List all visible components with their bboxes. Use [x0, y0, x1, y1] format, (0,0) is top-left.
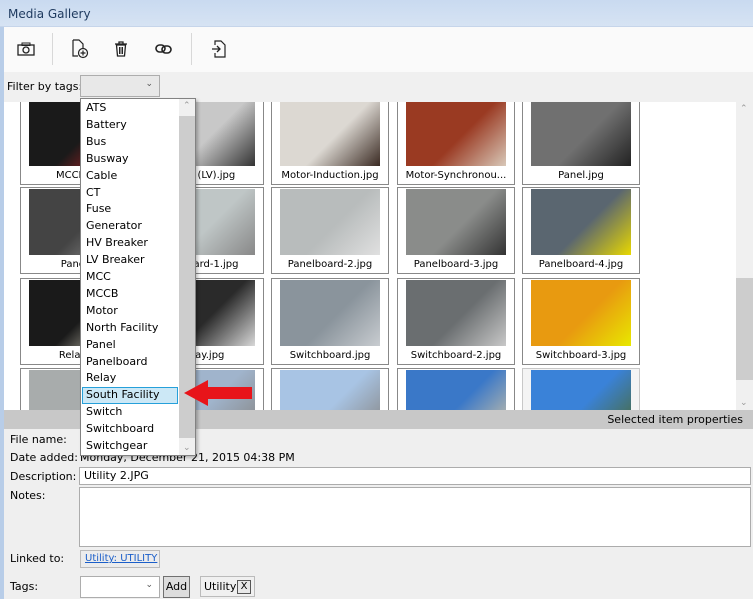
dropdown-option[interactable]: Bus [82, 134, 178, 151]
linked-to-label: Linked to: [10, 552, 65, 565]
thumbnail-image [280, 370, 380, 410]
thumbnail-image [406, 102, 506, 166]
gallery-thumbnail[interactable]: Motor-Synchronou... [397, 102, 515, 185]
tag-chip: Utility X [200, 576, 255, 597]
thumbnail-image [280, 189, 380, 255]
description-label: Description: [10, 470, 77, 483]
dropdown-option[interactable]: Switchboard [82, 421, 178, 438]
scroll-up-icon[interactable]: ⌃ [740, 104, 748, 114]
link-icon [155, 44, 172, 54]
thumbnail-image [531, 280, 631, 346]
camera-icon [17, 42, 35, 56]
import-button[interactable] [205, 35, 233, 63]
dropdown-option[interactable]: Battery [82, 117, 178, 134]
thumbnail-image [280, 280, 380, 346]
dropdown-option[interactable]: HV Breaker [82, 235, 178, 252]
remove-tag-button[interactable]: X [237, 580, 251, 594]
linked-to-link[interactable]: Utility: UTILITY [85, 553, 157, 564]
delete-button[interactable] [107, 35, 135, 63]
thumbnail-image [406, 280, 506, 346]
link-button[interactable] [150, 35, 178, 63]
dropdown-option[interactable]: Busway [82, 151, 178, 168]
toolbar [4, 27, 753, 72]
thumbnail-image [280, 102, 380, 166]
dropdown-option[interactable]: Relay [82, 370, 178, 387]
dropdown-option[interactable]: North Facility [82, 320, 178, 337]
tag-filter-dropdown: ⌃ ⌄ ATS Battery Bus Busway Cable CT Fuse Genera… [80, 98, 196, 456]
description-input[interactable]: Utility 2.JPG [79, 467, 751, 485]
dropdown-option[interactable]: MCCB [82, 286, 178, 303]
thumbnail-caption: Switchboard-3.jpg [535, 350, 627, 361]
filter-tags-combo[interactable]: ⌄ [80, 75, 160, 97]
arrow-left-icon [184, 380, 252, 406]
scroll-down-icon[interactable]: ⌄ [183, 443, 191, 453]
dropdown-option[interactable]: MCC [82, 269, 178, 286]
thumbnail-caption: Motor-Synchronou... [405, 170, 507, 181]
linked-to-box: Utility: UTILITY [80, 550, 160, 568]
gallery-thumbnail[interactable] [271, 368, 389, 410]
thumbnail-image [531, 102, 631, 166]
chevron-down-icon: ⌄ [145, 580, 153, 590]
dropdown-option[interactable]: South Facility [82, 387, 178, 405]
gallery-thumbnail[interactable] [397, 368, 515, 410]
window-title: Media Gallery [8, 7, 91, 21]
gallery-thumbnail[interactable]: Switchboard.jpg [271, 278, 389, 365]
add-tag-button[interactable]: Add [163, 576, 190, 598]
tags-label: Tags: [10, 580, 39, 593]
dropdown-option[interactable]: Switchgear [82, 438, 178, 455]
chevron-down-icon: ⌄ [145, 79, 153, 89]
gallery-thumbnail[interactable]: Panelboard-3.jpg [397, 187, 515, 274]
gallery-thumbnail[interactable]: Panel.jpg [522, 102, 640, 185]
thumbnail-caption: Switchboard-2.jpg [410, 350, 502, 361]
scrollbar-thumb[interactable] [736, 278, 753, 380]
toolbar-separator [191, 33, 192, 65]
thumbnail-image [531, 189, 631, 255]
dropdown-option[interactable]: ATS [82, 100, 178, 117]
dropdown-option[interactable]: Fuse [82, 201, 178, 218]
camera-button[interactable] [12, 35, 40, 63]
dropdown-option[interactable]: Cable [82, 168, 178, 185]
gallery-thumbnail[interactable]: Panelboard-2.jpg [271, 187, 389, 274]
title-bar: Media Gallery [0, 0, 753, 27]
filter-label: Filter by tags: [7, 80, 83, 93]
thumbnail-caption: Panel.jpg [558, 170, 604, 181]
thumbnail-caption: Switchboard.jpg [289, 350, 371, 361]
thumbnail-image [406, 370, 506, 410]
scroll-up-icon[interactable]: ⌃ [183, 101, 191, 111]
file-name-label: File name: [10, 433, 67, 446]
dropdown-option[interactable]: Switch [82, 404, 178, 421]
gallery-thumbnail[interactable]: Switchboard-3.jpg [522, 278, 640, 365]
gallery-thumbnail[interactable]: Panelboard-4.jpg [522, 187, 640, 274]
dropdown-option[interactable]: Generator [82, 218, 178, 235]
dropdown-option[interactable]: Panel [82, 337, 178, 354]
gallery-thumbnail[interactable]: Switchboard-2.jpg [397, 278, 515, 365]
tag-label: Utility [204, 580, 237, 593]
toolbar-separator [52, 33, 53, 65]
thumbnail-image [406, 189, 506, 255]
thumbnail-caption: Panelboard-3.jpg [413, 259, 499, 270]
add-file-button[interactable] [66, 35, 94, 63]
dropdown-option[interactable]: Panelboard [82, 354, 178, 371]
add-file-icon [72, 39, 89, 59]
gallery-thumbnail[interactable]: Motor-Induction.jpg [271, 102, 389, 185]
scroll-down-icon[interactable]: ⌄ [740, 398, 748, 408]
trash-icon [115, 41, 127, 57]
red-arrow-annotation [184, 380, 252, 406]
gallery-scrollbar[interactable]: ⌃ ⌄ [736, 102, 753, 410]
properties-title: Selected item properties [607, 413, 743, 426]
thumbnail-caption: Panelboard-4.jpg [538, 259, 624, 270]
dropdown-option[interactable]: Motor [82, 303, 178, 320]
notes-label: Notes: [10, 489, 46, 502]
dropdown-option[interactable]: LV Breaker [82, 252, 178, 269]
thumbnail-caption: Panelboard-2.jpg [287, 259, 373, 270]
thumbnail-image [531, 370, 631, 410]
date-added-label: Date added: [10, 451, 78, 464]
notes-textarea[interactable] [79, 487, 751, 547]
gallery-thumbnail[interactable] [522, 368, 640, 410]
thumbnail-caption: Motor-Induction.jpg [281, 170, 379, 181]
dropdown-option[interactable]: CT [82, 185, 178, 202]
tags-combo[interactable]: ⌄ [80, 576, 160, 598]
import-icon [212, 40, 226, 58]
